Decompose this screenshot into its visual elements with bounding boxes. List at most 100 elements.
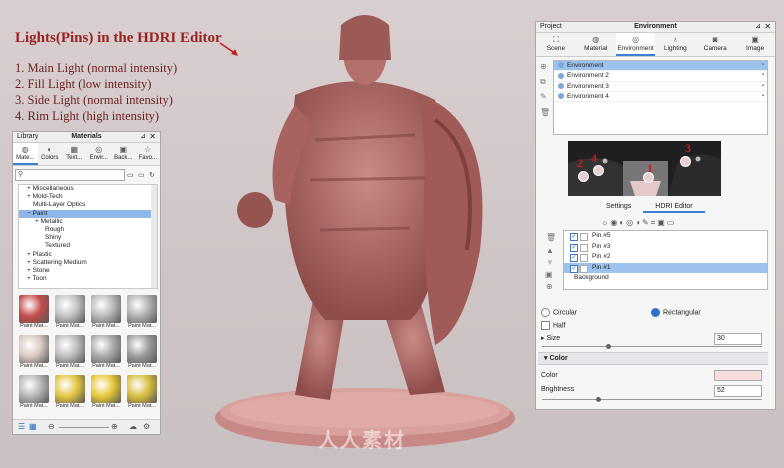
tab-colors[interactable]: ◐ Colors: [38, 143, 63, 165]
color-section[interactable]: ▾ Color: [538, 352, 768, 365]
tree-item[interactable]: Multi-Layer Optics: [19, 201, 157, 209]
tree-item[interactable]: + Scattering Medium: [19, 259, 157, 267]
list-item[interactable]: Environment 2 ▪: [554, 71, 767, 82]
size-slider-handle[interactable]: [606, 344, 611, 349]
tree-item[interactable]: + Toon: [19, 275, 157, 283]
zoom-slider[interactable]: [59, 427, 109, 428]
material-thumbnail[interactable]: Paint Mat...: [52, 295, 88, 332]
folder-add-icon[interactable]: ▭: [127, 171, 136, 180]
tab-scene[interactable]: ⛶ Scene: [536, 33, 576, 56]
blur-icon[interactable]: ◎: [626, 218, 635, 227]
lock-icon[interactable]: ▪: [762, 82, 764, 91]
add-environment-icon[interactable]: ⊕: [540, 62, 547, 71]
brightness-slider-handle[interactable]: [596, 397, 601, 402]
pin-swatch[interactable]: [580, 254, 588, 262]
close-icon[interactable]: ✕: [149, 132, 156, 141]
list-item[interactable]: Environment 3 ▪: [554, 82, 767, 92]
visibility-checkbox[interactable]: ✓: [570, 233, 578, 241]
folder-icon[interactable]: ▭: [138, 171, 147, 180]
duplicate-icon[interactable]: ⧉: [540, 77, 546, 87]
trash-icon[interactable]: 🗑: [540, 108, 550, 117]
material-thumbnail[interactable]: Paint Mat...: [16, 295, 52, 332]
pin-icon[interactable]: ⊿: [755, 22, 761, 30]
material-thumbnail[interactable]: Paint Mat...: [124, 295, 160, 332]
tab-environment[interactable]: ◎ Environment: [615, 33, 656, 56]
size-field[interactable]: 30: [714, 333, 762, 345]
material-thumbnail[interactable]: Paint Mat...: [124, 375, 160, 412]
tree-item[interactable]: + Mold-Tech: [19, 193, 157, 201]
brush-icon[interactable]: ✎: [642, 218, 651, 227]
tree-item[interactable]: + Plastic: [19, 251, 157, 259]
hdri-pin-marker[interactable]: [593, 165, 604, 176]
material-thumbnail[interactable]: Paint Mat...: [52, 375, 88, 412]
search-input[interactable]: ⚲: [15, 169, 125, 181]
visibility-checkbox[interactable]: ✓: [570, 243, 578, 252]
material-thumbnail[interactable]: Paint Mat...: [88, 375, 124, 412]
zoom-in-icon[interactable]: ⊕: [111, 422, 118, 431]
tree-item[interactable]: Textured: [19, 242, 157, 250]
hdri-pin-marker[interactable]: [680, 156, 691, 167]
move-up-icon[interactable]: ▲: [546, 246, 554, 255]
hdri-preview[interactable]: 2 4 1 3: [568, 141, 721, 196]
settings-icon[interactable]: ⚙: [143, 422, 150, 431]
pin-icon[interactable]: ⊿: [140, 132, 146, 140]
half-option[interactable]: Half: [541, 321, 565, 330]
image-icon[interactable]: ▣: [545, 270, 553, 279]
brightness-field[interactable]: 52: [714, 385, 762, 397]
eye-icon[interactable]: ◉: [610, 218, 619, 227]
tree-item[interactable]: Shiny: [19, 234, 157, 242]
cloud-icon[interactable]: ☁: [129, 422, 137, 431]
list-item[interactable]: Environment 4 ▪: [554, 92, 767, 103]
target-icon[interactable]: ⊕: [546, 282, 553, 291]
radio-rectangular[interactable]: [651, 308, 660, 317]
tree-item-selected[interactable]: − Paint: [19, 209, 157, 218]
tab-hdri-editor[interactable]: HDRI Editor: [643, 203, 705, 213]
refresh-icon[interactable]: ↻: [149, 171, 158, 180]
visibility-checkbox[interactable]: ✓: [570, 264, 578, 273]
radio-circular[interactable]: [541, 308, 550, 317]
brightness-slider[interactable]: [542, 399, 762, 400]
rectangular-option[interactable]: Rectangular: [651, 308, 701, 317]
tab-material[interactable]: ◍ Material: [576, 33, 616, 56]
tab-image[interactable]: ▣ Image: [735, 33, 775, 56]
tree-item[interactable]: Rough: [19, 226, 157, 234]
material-thumbnail[interactable]: Paint Mat...: [16, 335, 52, 372]
move-down-icon[interactable]: ▼: [546, 258, 554, 267]
pin-row-selected[interactable]: ✓ Pin #1: [564, 262, 767, 273]
background-row[interactable]: Background: [564, 273, 767, 284]
tab-backplates[interactable]: ▣ Back...: [111, 143, 136, 165]
tab-environments[interactable]: ◎ Envir...: [87, 143, 112, 165]
lock-icon[interactable]: ▪: [762, 92, 764, 101]
grid-view-icon[interactable]: ▦: [29, 422, 37, 431]
pin-swatch[interactable]: [580, 264, 588, 273]
list-item[interactable]: Environment ▪: [554, 61, 767, 72]
sun-icon[interactable]: ☼: [601, 218, 610, 227]
size-slider[interactable]: [542, 346, 762, 347]
tree-item[interactable]: + Metallic: [19, 218, 157, 226]
lock-icon[interactable]: ▪: [762, 71, 764, 80]
pin-swatch[interactable]: [580, 233, 588, 241]
hdri-pin-marker[interactable]: [578, 171, 589, 182]
material-thumbnail[interactable]: Paint Mat...: [88, 335, 124, 372]
tree-item[interactable]: + Miscellaneous: [19, 185, 157, 193]
tab-lighting[interactable]: ♁ Lighting: [655, 33, 695, 56]
visibility-checkbox[interactable]: ✓: [570, 254, 578, 262]
image-icon[interactable]: ▣: [657, 218, 667, 227]
material-thumbnail[interactable]: Paint Mat...: [16, 375, 52, 412]
list-view-icon[interactable]: ☰: [18, 422, 25, 431]
pin-swatch[interactable]: [580, 243, 588, 252]
close-icon[interactable]: ✕: [764, 22, 771, 31]
material-thumbnail[interactable]: Paint Mat...: [52, 335, 88, 372]
folder-icon[interactable]: ▭: [667, 218, 677, 227]
color-swatch[interactable]: [714, 370, 762, 381]
material-thumbnail[interactable]: Paint Mat...: [88, 295, 124, 332]
tab-favorites[interactable]: ☆ Favo...: [136, 143, 161, 165]
half-checkbox[interactable]: [541, 321, 550, 330]
tab-settings[interactable]: Settings: [594, 203, 643, 213]
pin-row[interactable]: ✓ Pin #3: [564, 242, 767, 253]
trash-icon[interactable]: 🗑: [546, 233, 556, 242]
tab-textures[interactable]: ▦ Text...: [62, 143, 87, 165]
material-thumbnail[interactable]: Paint Mat...: [124, 335, 160, 372]
tab-materials[interactable]: ◍ Mate...: [13, 143, 38, 165]
zoom-out-icon[interactable]: ⊖: [48, 422, 55, 431]
